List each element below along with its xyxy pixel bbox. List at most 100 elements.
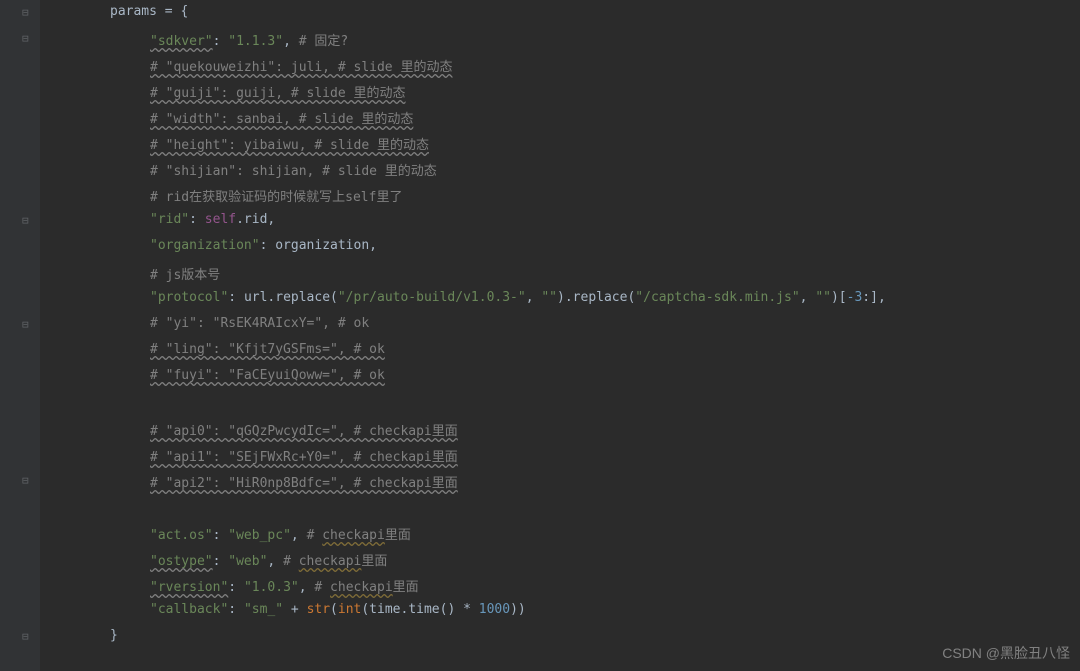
text: , <box>800 290 816 305</box>
text: url.replace( <box>244 290 338 305</box>
code-line: # rid在获取验证码的时候就写上self里了 <box>40 186 1080 212</box>
text: )[ <box>831 290 847 305</box>
code-line: # "ling": "Kfjt7yGSFms=", # ok <box>40 342 1080 368</box>
text: , <box>267 554 283 569</box>
code-line: # "width": sanbai, # slide 里的动态 <box>40 108 1080 134</box>
text: -3 <box>847 290 863 305</box>
code-line: # "height": yibaiwu, # slide 里的动态 <box>40 134 1080 160</box>
text: # "quekouweizhi": juli, # slide 里的动态 <box>150 60 452 75</box>
text: , <box>299 580 315 595</box>
text: # "api0": "qGQzPwcydIc=", # checkapi里面 <box>150 424 458 439</box>
text: "protocol" <box>150 290 228 305</box>
text: "act.os" <box>150 528 213 543</box>
fold-icon[interactable]: ⊟ <box>22 318 29 331</box>
text: # js版本号 <box>150 268 220 283</box>
text: params <box>110 4 165 19</box>
text: # <box>307 528 323 543</box>
text: : <box>189 212 205 227</box>
text: ( <box>330 602 338 617</box>
text: 里面 <box>361 554 387 569</box>
text: "organization" <box>150 238 260 253</box>
code-line: # "api2": "HiR0np8Bdfс=", # checkapi里面 <box>40 472 1080 498</box>
fold-icon[interactable]: ⊟ <box>22 630 29 643</box>
code-line: } <box>40 628 1080 654</box>
text: # "yi": "RsEK4RAIcxY=", # ok <box>150 316 369 331</box>
text: "callback" <box>150 602 228 617</box>
text: # "guiji": guiji, # slide 里的动态 <box>150 86 406 101</box>
code-line: "rid": self.rid, <box>40 212 1080 238</box>
code-line: "sdkver": "1.1.3", # 固定? <box>40 30 1080 56</box>
text: self <box>205 212 236 227</box>
text: # "width": sanbai, # slide 里的动态 <box>150 112 413 127</box>
text: organization <box>275 238 369 253</box>
text: # "api1": "SEjFWxRc+Y0=", # checkapi里面 <box>150 450 458 465</box>
code-line: "callback": "sm_" + str(int(time.time() … <box>40 602 1080 628</box>
text: "web" <box>228 554 267 569</box>
code-line: "rversion": "1.0.3", # checkapi里面 <box>40 576 1080 602</box>
text: # "height": yibaiwu, # slide 里的动态 <box>150 138 429 153</box>
text: "rid" <box>150 212 189 227</box>
text: "1.0.3" <box>244 580 299 595</box>
text: "rversion" <box>150 580 228 595</box>
code-line: "ostype": "web", # checkapi里面 <box>40 550 1080 576</box>
text: :], <box>862 290 885 305</box>
text: # rid在获取验证码的时候就写上self里了 <box>150 190 402 205</box>
text: (time.time() * <box>361 602 478 617</box>
code-line <box>40 498 1080 524</box>
code-line: params = { <box>40 4 1080 30</box>
text: # "shijian": shijian, # slide 里的动态 <box>150 164 437 179</box>
fold-icon[interactable]: ⊟ <box>22 6 29 19</box>
text: : <box>213 528 229 543</box>
text: "/captcha-sdk.min.js" <box>635 290 799 305</box>
text: # "ling": "Kfjt7yGSFms=", # ok <box>150 342 385 357</box>
text: 里面 <box>385 528 411 543</box>
text: "ostype" <box>150 554 213 569</box>
code-line: "organization": organization, <box>40 238 1080 264</box>
text: # <box>314 580 330 595</box>
text: str <box>307 602 330 617</box>
text: "" <box>815 290 831 305</box>
code-line: # "yi": "RsEK4RAIcxY=", # ok <box>40 316 1080 342</box>
text: : <box>213 554 229 569</box>
text: : <box>260 238 276 253</box>
code-line: # "guiji": guiji, # slide 里的动态 <box>40 82 1080 108</box>
text: , <box>526 290 542 305</box>
watermark: CSDN @黑脸丑八怪 <box>942 643 1070 663</box>
code-line: # "quekouweizhi": juli, # slide 里的动态 <box>40 56 1080 82</box>
text: : <box>228 580 244 595</box>
fold-icon[interactable]: ⊟ <box>22 214 29 227</box>
fold-icon[interactable]: ⊟ <box>22 474 29 487</box>
code-line: "act.os": "web_pc", # checkapi里面 <box>40 524 1080 550</box>
text: "" <box>541 290 557 305</box>
text: "1.1.3" <box>228 34 283 49</box>
text: 1000 <box>479 602 510 617</box>
text: "/pr/auto-build/v1.0.3-" <box>338 290 526 305</box>
text: , <box>291 528 307 543</box>
code-line: # js版本号 <box>40 264 1080 290</box>
text: checkapi <box>299 554 362 569</box>
text: ).replace( <box>557 290 635 305</box>
text: 里面 <box>393 580 419 595</box>
fold-icon[interactable]: ⊟ <box>22 32 29 45</box>
code-editor[interactable]: params = { "sdkver": "1.1.3", # 固定? # "q… <box>40 0 1080 654</box>
text: .rid, <box>236 212 275 227</box>
text: int <box>338 602 361 617</box>
gutter: ⊟ ⊟ ⊟ ⊟ ⊟ ⊟ <box>0 0 40 671</box>
text: : <box>228 290 244 305</box>
code-line: # "api1": "SEjFWxRc+Y0=", # checkapi里面 <box>40 446 1080 472</box>
text: # "api2": "HiR0np8Bdfс=", # checkapi里面 <box>150 476 458 491</box>
code-line: # "api0": "qGQzPwcydIc=", # checkapi里面 <box>40 420 1080 446</box>
text: # 固定? <box>299 34 348 49</box>
text: "web_pc" <box>228 528 291 543</box>
code-line: # "fuyi": "FaCEyuiQoww=", # ok <box>40 368 1080 394</box>
text: checkapi <box>330 580 393 595</box>
text: = { <box>165 4 188 19</box>
code-line: "protocol": url.replace("/pr/auto-build/… <box>40 290 1080 316</box>
text: + <box>283 602 306 617</box>
text: checkapi <box>322 528 385 543</box>
text: , <box>369 238 377 253</box>
code-line <box>40 394 1080 420</box>
code-line: # "shijian": shijian, # slide 里的动态 <box>40 160 1080 186</box>
text: "sm_" <box>244 602 283 617</box>
text: : <box>228 602 244 617</box>
